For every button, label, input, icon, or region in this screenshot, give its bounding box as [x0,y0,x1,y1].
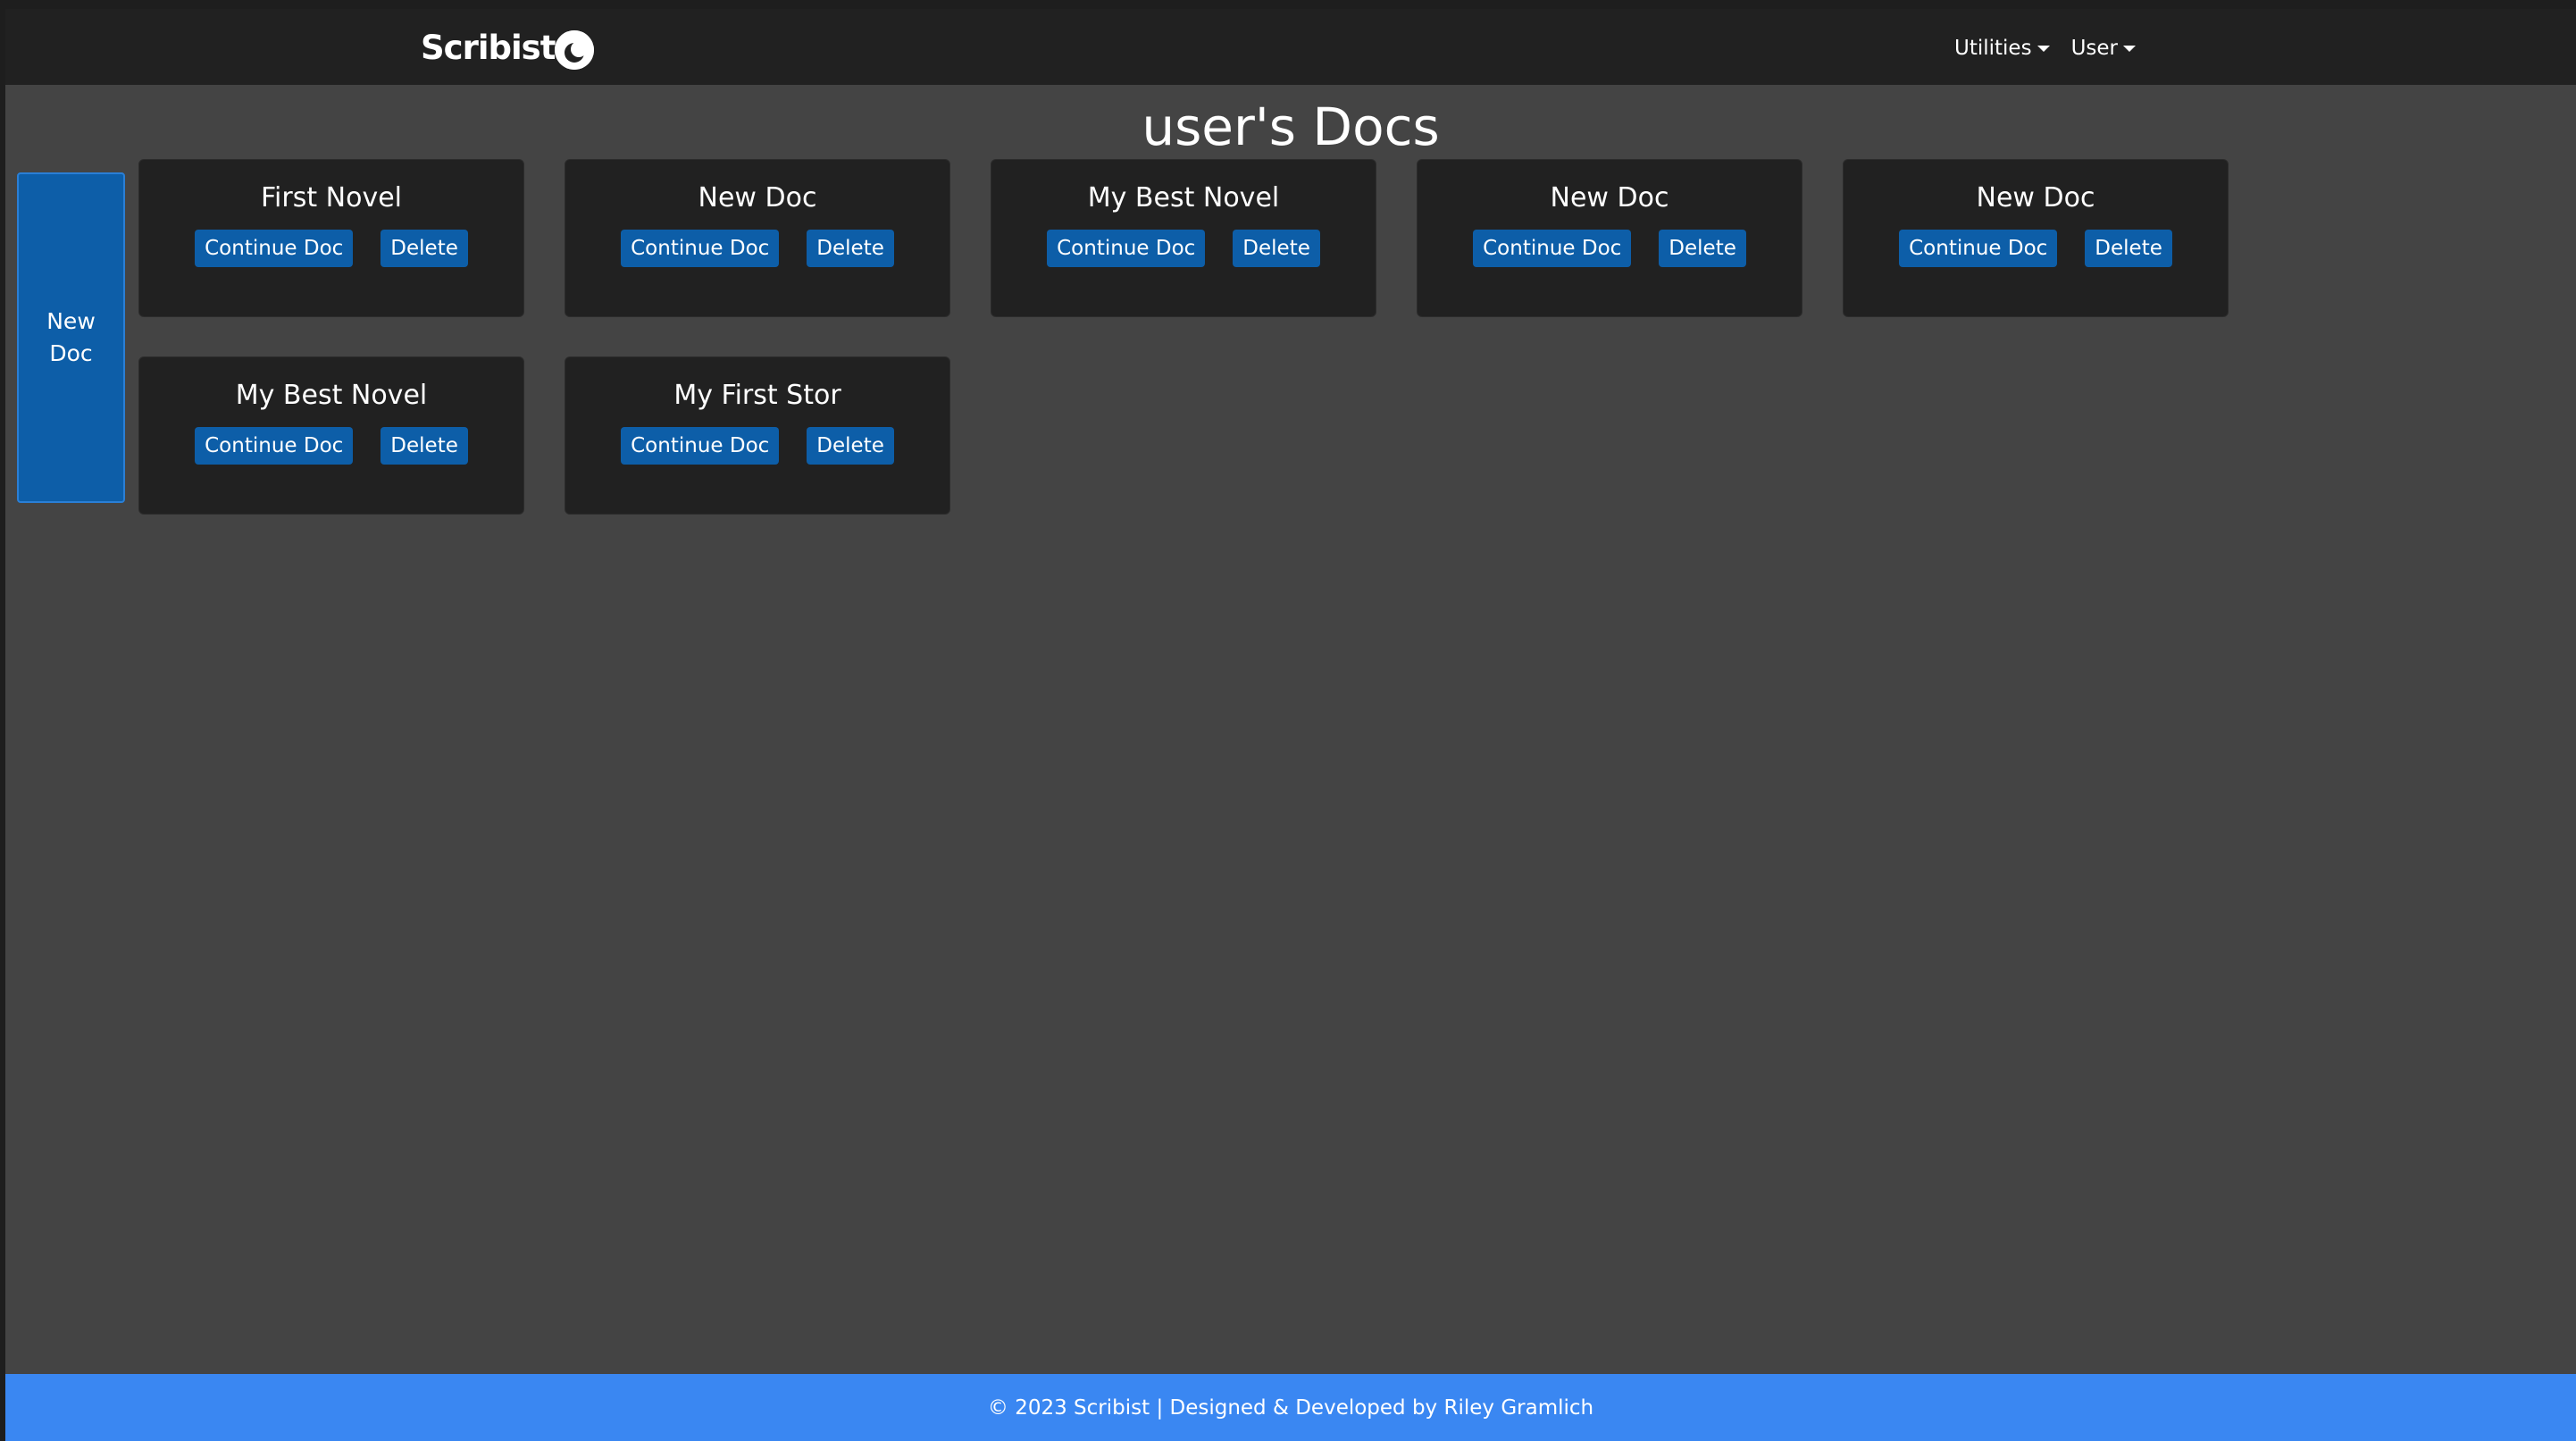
doc-actions: Continue Doc Delete [1899,230,2172,267]
moon-icon[interactable] [555,30,594,70]
delete-doc-button[interactable]: Delete [807,427,894,465]
caret-down-icon [2037,45,2050,52]
continue-doc-button[interactable]: Continue Doc [195,230,354,267]
app-page: Scribist Utilities User user's Docs New … [5,9,2576,1441]
doc-title: New Doc [1550,182,1669,214]
continue-doc-button[interactable]: Continue Doc [621,427,780,465]
doc-title: My Best Novel [235,380,428,411]
new-doc-button[interactable]: New Doc [17,172,125,503]
continue-doc-button[interactable]: Continue Doc [1899,230,2058,267]
brand-link[interactable]: Scribist [421,25,556,70]
delete-doc-button[interactable]: Delete [2085,230,2172,267]
user-dropdown-label: User [2070,37,2119,60]
doc-actions: Continue Doc Delete [621,427,894,465]
doc-actions: Continue Doc Delete [195,427,468,465]
footer-text: © 2023 Scribist | Designed & Developed b… [987,1395,1594,1420]
user-dropdown[interactable]: User [2070,37,2137,60]
footer: © 2023 Scribist | Designed & Developed b… [5,1374,2576,1441]
utilities-dropdown-label: Utilities [1954,37,2032,60]
delete-doc-button[interactable]: Delete [1659,230,1746,267]
page-title: user's Docs [1142,96,1440,157]
nav-menus: Utilities User [1954,30,2137,66]
doc-actions: Continue Doc Delete [1473,230,1746,267]
continue-doc-button[interactable]: Continue Doc [1473,230,1632,267]
delete-doc-button[interactable]: Delete [807,230,894,267]
doc-actions: Continue Doc Delete [621,230,894,267]
continue-doc-button[interactable]: Continue Doc [1047,230,1206,267]
doc-card: First Novel Continue Doc Delete [138,159,524,317]
doc-title: First Novel [260,182,402,214]
doc-card: My First Stor Continue Doc Delete [565,356,950,515]
doc-card: New Doc Continue Doc Delete [565,159,950,317]
doc-card-grid: First Novel Continue Doc Delete New Doc … [138,159,2246,515]
continue-doc-button[interactable]: Continue Doc [621,230,780,267]
doc-actions: Continue Doc Delete [195,230,468,267]
delete-doc-button[interactable]: Delete [1233,230,1320,267]
doc-title: New Doc [1976,182,2095,214]
utilities-dropdown[interactable]: Utilities [1954,37,2050,60]
caret-down-icon [2123,45,2137,52]
doc-card: My Best Novel Continue Doc Delete [991,159,1376,317]
doc-card: New Doc Continue Doc Delete [1843,159,2229,317]
delete-doc-button[interactable]: Delete [381,230,468,267]
new-doc-label: New Doc [46,308,96,366]
continue-doc-button[interactable]: Continue Doc [195,427,354,465]
doc-title: New Doc [698,182,817,214]
doc-title: My Best Novel [1087,182,1280,214]
doc-card: My Best Novel Continue Doc Delete [138,356,524,515]
navbar: Scribist Utilities User [5,9,2576,85]
doc-title: My First Stor [673,380,841,411]
doc-card: New Doc Continue Doc Delete [1417,159,1802,317]
delete-doc-button[interactable]: Delete [381,427,468,465]
doc-actions: Continue Doc Delete [1047,230,1320,267]
